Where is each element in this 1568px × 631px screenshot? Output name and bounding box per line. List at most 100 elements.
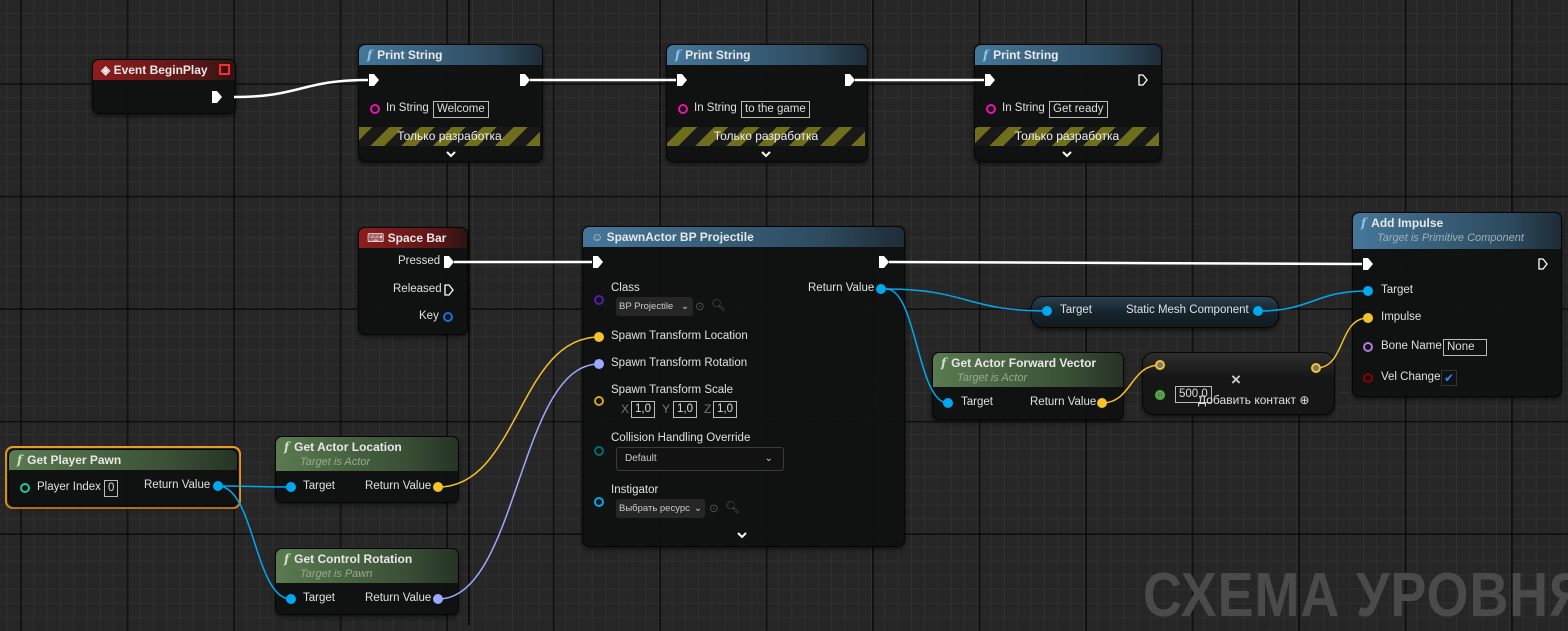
in-string-input[interactable]: Get ready <box>1049 101 1108 118</box>
class-pin[interactable] <box>594 295 604 305</box>
node-title: Print String <box>685 48 751 62</box>
function-icon: f <box>367 48 373 62</box>
exec-out-pin[interactable] <box>1538 258 1548 270</box>
use-selected-icon[interactable]: ⊙ <box>709 501 719 515</box>
exec-in-pin[interactable] <box>677 74 687 86</box>
scale-x-input[interactable]: 1,0 <box>631 401 655 418</box>
return-value-pin[interactable] <box>1097 398 1107 408</box>
bone-name-input[interactable]: None <box>1443 339 1487 356</box>
chevron-down-icon: ⌄ <box>681 301 689 312</box>
chevron-down-icon[interactable] <box>760 150 772 158</box>
exec-in-pin[interactable] <box>369 74 379 86</box>
spawn-location-label: Spawn Transform Location <box>611 330 748 342</box>
chevron-down-icon[interactable] <box>445 150 457 158</box>
exec-in-pin[interactable] <box>1363 258 1373 270</box>
node-get-actor-forward-vector[interactable]: f Get Actor Forward Vector Target is Actor <box>932 352 1124 420</box>
target-label: Target <box>303 480 335 492</box>
exec-in-pin[interactable] <box>593 256 603 268</box>
return-value-label: Return Value <box>1030 396 1097 408</box>
exec-wire <box>233 78 369 99</box>
static-mesh-out-pin[interactable] <box>1253 306 1263 316</box>
return-value-pin[interactable] <box>433 594 443 604</box>
chevron-down-icon[interactable] <box>1061 150 1073 158</box>
function-icon: f <box>1361 216 1367 230</box>
return-value-pin[interactable] <box>213 481 223 491</box>
string-pin[interactable] <box>986 104 996 114</box>
exec-in-pin[interactable] <box>985 74 995 86</box>
bone-name-pin[interactable] <box>1363 342 1373 352</box>
node-add-impulse[interactable]: f Add Impulse Target is Primitive Componen… <box>1352 212 1562 397</box>
search-icon[interactable]: 🔍︎ <box>725 500 740 514</box>
class-dropdown[interactable]: BP Projectile ⌄ <box>616 297 693 316</box>
node-title: Event BeginPlay <box>113 63 208 77</box>
class-label: Class <box>611 282 640 294</box>
target-pin[interactable] <box>1363 286 1373 296</box>
collision-dropdown[interactable]: Default ⌄ <box>616 447 784 471</box>
target-pin[interactable] <box>1042 306 1052 316</box>
z-axis-label: Z <box>704 402 712 416</box>
location-pin[interactable] <box>594 332 604 342</box>
target-label: Target <box>1381 284 1413 296</box>
return-value-pin[interactable] <box>876 284 886 294</box>
released-label: Released <box>393 283 442 295</box>
in-string-input[interactable]: Welcome <box>433 101 489 118</box>
vel-change-pin[interactable] <box>1363 373 1373 383</box>
key-pin[interactable] <box>443 312 453 322</box>
object-wire <box>885 288 1048 312</box>
float-input-pin[interactable] <box>1155 390 1165 400</box>
exec-out-pin[interactable] <box>1138 74 1148 86</box>
in-string-input[interactable]: to the game <box>741 101 810 118</box>
rotator-wire <box>437 363 600 600</box>
keyboard-icon: ⌨ <box>367 231 388 245</box>
impulse-label: Impulse <box>1381 311 1422 323</box>
return-value-pin[interactable] <box>433 482 443 492</box>
string-pin[interactable] <box>370 104 380 114</box>
exec-released-pin[interactable] <box>444 284 454 296</box>
exec-out-pin[interactable] <box>212 91 222 103</box>
string-pin[interactable] <box>678 104 688 114</box>
spawn-actor-icon: ☺ <box>591 230 607 244</box>
graph-watermark: СХЕМА УРОВНЯ <box>1143 561 1568 630</box>
target-label: Target <box>303 592 335 604</box>
node-event-beginplay[interactable]: ◈ Event BeginPlay <box>92 59 236 114</box>
vel-change-checkbox[interactable]: ✔ <box>1441 370 1457 386</box>
scale-y-input[interactable]: 1,0 <box>673 401 697 418</box>
stop-square-icon <box>219 64 230 75</box>
multiply-output-pin[interactable] <box>1311 363 1321 373</box>
use-selected-icon[interactable]: ⊙ <box>695 299 705 313</box>
player-index-input[interactable]: 0 <box>104 480 119 497</box>
scale-z-input[interactable]: 1,0 <box>713 401 737 418</box>
node-get-control-rotation[interactable]: f Get Control Rotation Target is Pawn <box>275 548 459 615</box>
player-index-pin[interactable] <box>20 483 30 493</box>
target-pin[interactable] <box>286 482 296 492</box>
node-subtitle: Target is Actor <box>300 456 371 468</box>
instigator-dropdown[interactable]: Выбрать ресурс ⌄ <box>616 499 705 518</box>
function-icon: f <box>941 356 947 370</box>
function-icon: f <box>17 453 23 467</box>
collision-pin[interactable] <box>594 446 604 456</box>
exec-out-pin[interactable] <box>879 256 889 268</box>
impulse-pin[interactable] <box>1363 313 1373 323</box>
spawn-scale-label: Spawn Transform Scale <box>611 384 734 396</box>
node-get-player-pawn[interactable]: f Get Player Pawn <box>8 449 238 506</box>
scale-pin[interactable] <box>594 396 604 406</box>
instigator-pin[interactable] <box>594 497 604 507</box>
add-pin-button[interactable]: Добавить контакт ⊕ <box>1198 393 1309 407</box>
chevron-down-icon[interactable] <box>736 531 748 539</box>
vector-input-pin[interactable] <box>1155 360 1165 370</box>
target-pin[interactable] <box>943 398 953 408</box>
node-title: Get Control Rotation <box>294 552 413 566</box>
vel-change-label: Vel Change <box>1381 371 1441 383</box>
function-icon: f <box>983 48 989 62</box>
exec-out-pin[interactable] <box>845 74 855 86</box>
node-get-actor-location[interactable]: f Get Actor Location Target is Actor <box>275 436 459 503</box>
in-string-label: In String <box>386 102 429 114</box>
exec-out-pin[interactable] <box>520 74 530 86</box>
chevron-down-icon: ⌄ <box>694 499 702 518</box>
target-pin[interactable] <box>286 594 296 604</box>
rotation-pin[interactable] <box>594 359 604 369</box>
exec-pressed-pin[interactable] <box>444 256 454 268</box>
exec-wire <box>888 260 1363 266</box>
instigator-label: Instigator <box>611 484 659 496</box>
search-icon[interactable]: 🔍︎ <box>711 298 726 312</box>
